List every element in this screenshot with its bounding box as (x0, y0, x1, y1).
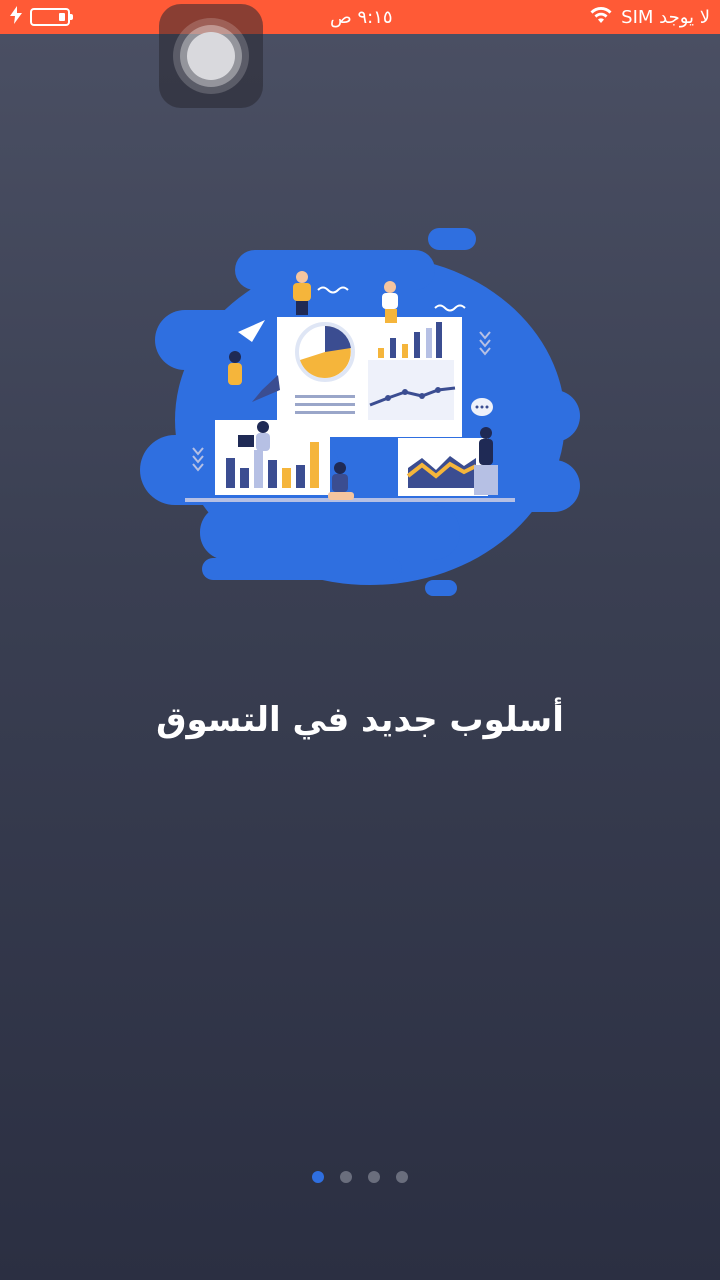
onboarding-title: أسلوب جديد في التسوق (156, 700, 564, 740)
status-left (10, 5, 73, 29)
status-time: ٩:١٥ ص (330, 7, 393, 28)
page-dot-4[interactable] (396, 1171, 408, 1183)
lightning-icon (10, 5, 22, 29)
status-bar: ٩:١٥ ص لا يوجد SIM (0, 0, 720, 34)
page-dot-3[interactable] (368, 1171, 380, 1183)
marketing-analytics-illustration (130, 220, 590, 610)
wifi-icon (589, 6, 613, 29)
page-dot-1[interactable] (312, 1171, 324, 1183)
carrier-label: لا يوجد SIM (621, 6, 710, 28)
battery-icon (30, 8, 73, 26)
page-dot-2[interactable] (340, 1171, 352, 1183)
assistive-touch-button[interactable] (159, 4, 263, 108)
page-indicator[interactable] (0, 1171, 720, 1183)
status-right: لا يوجد SIM (589, 6, 710, 29)
